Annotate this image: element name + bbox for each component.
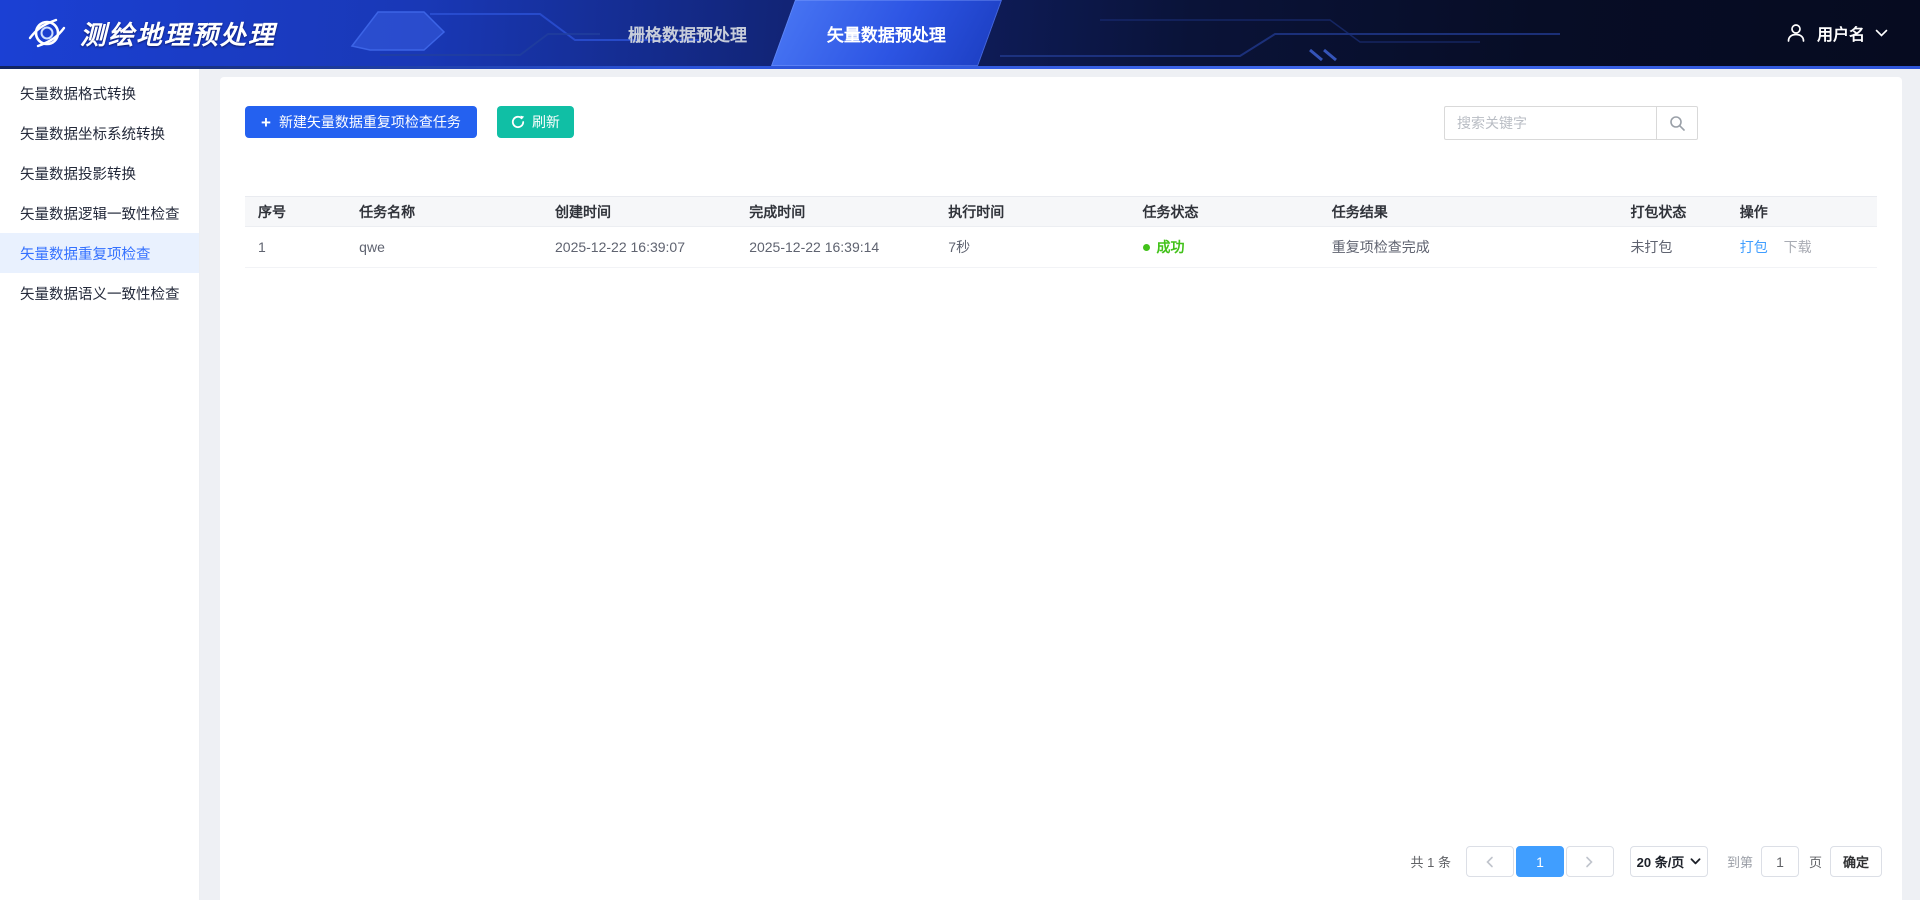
cell-task-name: qwe [346,227,542,268]
logo-emblem-icon [26,12,68,54]
download-link: 下载 [1784,239,1812,255]
col-actions: 操作 [1727,197,1877,227]
prev-page-button[interactable] [1466,846,1514,877]
package-link[interactable]: 打包 [1740,239,1768,255]
table-header-row: 序号 任务名称 创建时间 完成时间 执行时间 任务状态 任务结果 打包状态 操作 [245,197,1877,227]
cell-finished-time: 2025-12-22 16:39:14 [736,227,935,268]
task-table: 序号 任务名称 创建时间 完成时间 执行时间 任务状态 任务结果 打包状态 操作… [245,196,1877,268]
toolbar: + 新建矢量数据重复项检查任务 刷新 [245,106,574,138]
goto-page-suffix: 页 [1809,852,1822,871]
search-button[interactable] [1656,106,1698,140]
main-panel: + 新建矢量数据重复项检查任务 刷新 [220,77,1902,900]
status-text: 成功 [1157,237,1185,257]
page-size-select[interactable]: 20 条/页 [1630,846,1708,877]
page-number-1[interactable]: 1 [1516,846,1564,877]
cell-duration: 7秒 [935,227,1129,268]
col-duration: 执行时间 [935,197,1129,227]
col-created-time: 创建时间 [542,197,736,227]
plus-icon: + [261,114,271,131]
table-row: 1 qwe 2025-12-22 16:39:07 2025-12-22 16:… [245,227,1877,268]
search-group [1444,106,1698,140]
user-name: 用户名 [1817,21,1865,45]
status-dot-icon [1143,244,1150,251]
tab-vector-preprocess[interactable]: 矢量数据预处理 [771,0,1002,66]
cell-result: 重复项检查完成 [1319,227,1618,268]
search-icon [1669,115,1686,132]
sidebar-item-logic-consistency-check[interactable]: 矢量数据逻辑一致性检查 [0,193,199,233]
refresh-button[interactable]: 刷新 [497,106,574,138]
chevron-left-icon [1485,856,1494,868]
sidebar-item-duplicate-check[interactable]: 矢量数据重复项检查 [0,233,199,273]
select-chevron-down-icon [1690,858,1701,865]
pagination-total: 共 1 条 [1411,852,1451,871]
sidebar-item-semantic-consistency-check[interactable]: 矢量数据语义一致性检查 [0,273,199,313]
goto-confirm-button[interactable]: 确定 [1830,846,1882,877]
tab-raster-preprocess[interactable]: 栅格数据预处理 [600,0,775,66]
header-tabs: 栅格数据预处理 矢量数据预处理 [600,0,990,66]
app-logo: 测绘地理预处理 [0,12,276,54]
pagination: 共 1 条 1 20 条/页 到第 页 确定 [1411,846,1883,877]
new-task-button[interactable]: + 新建矢量数据重复项检查任务 [245,106,477,138]
chevron-down-icon [1875,29,1888,38]
cell-status: 成功 [1130,227,1319,268]
goto-page-prefix: 到第 [1727,852,1753,871]
col-task-name: 任务名称 [346,197,542,227]
sidebar-item-coordinate-convert[interactable]: 矢量数据坐标系统转换 [0,113,199,153]
col-index: 序号 [245,197,346,227]
col-result: 任务结果 [1319,197,1618,227]
col-package-status: 打包状态 [1617,197,1726,227]
cell-created-time: 2025-12-22 16:39:07 [542,227,736,268]
chevron-right-icon [1585,856,1594,868]
refresh-icon [511,115,525,129]
app-title: 测绘地理预处理 [80,15,276,52]
sidebar-item-projection-convert[interactable]: 矢量数据投影转换 [0,153,199,193]
cell-index: 1 [245,227,346,268]
cell-package-status: 未打包 [1617,227,1726,268]
search-input[interactable] [1444,106,1656,140]
col-status: 任务状态 [1130,197,1319,227]
col-finished-time: 完成时间 [736,197,935,227]
sidebar-item-format-convert[interactable]: 矢量数据格式转换 [0,73,199,113]
goto-page-input[interactable] [1761,846,1799,877]
header-accent-line [0,66,1920,69]
app-header: 测绘地理预处理 栅格数据预处理 矢量数据预处理 用户名 [0,0,1920,66]
sidebar: 矢量数据格式转换 矢量数据坐标系统转换 矢量数据投影转换 矢量数据逻辑一致性检查… [0,69,200,900]
user-icon [1785,22,1807,44]
cell-actions: 打包 下载 [1727,227,1877,268]
next-page-button[interactable] [1566,846,1614,877]
user-menu[interactable]: 用户名 [1785,21,1920,45]
